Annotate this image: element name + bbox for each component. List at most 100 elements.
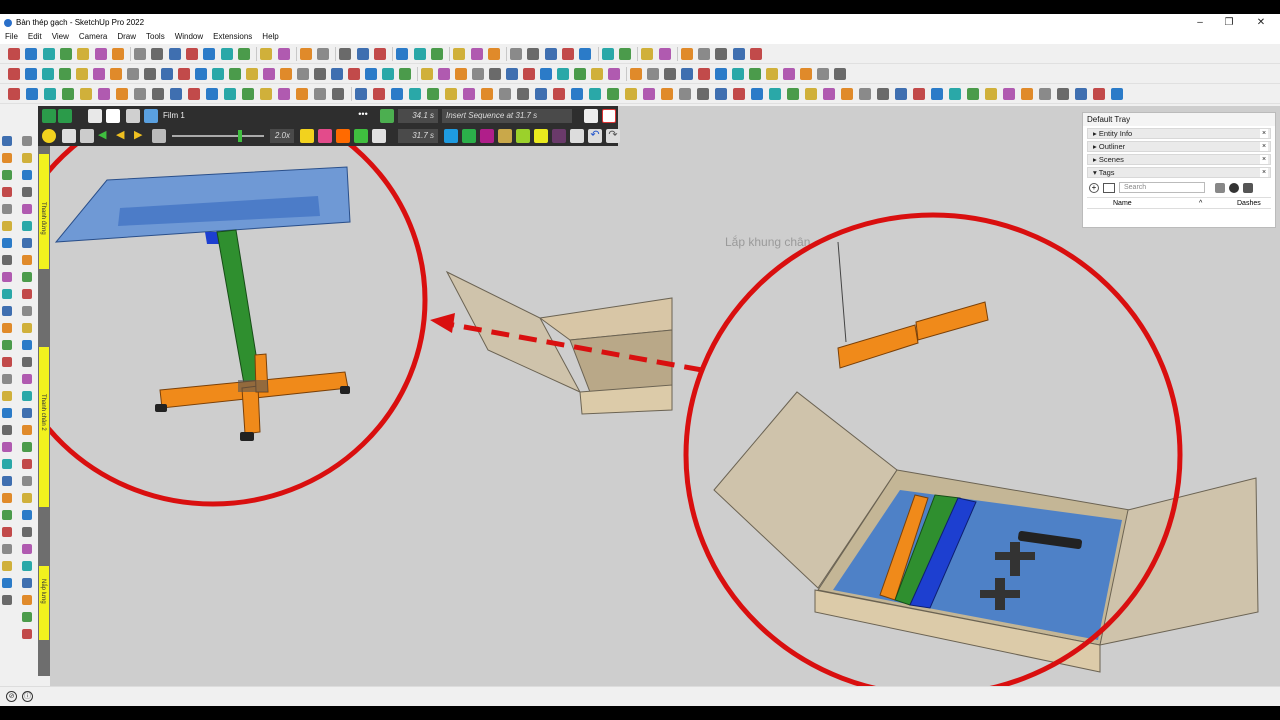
side-tool-icon[interactable] [2,306,12,316]
side-tool-icon[interactable] [22,272,32,282]
film-block-icon[interactable] [372,129,386,143]
side-tool-icon[interactable] [2,544,12,554]
toolbar-tool-icon[interactable] [487,48,500,60]
toolbar-tool-icon[interactable] [698,48,711,60]
side-tool-icon[interactable] [22,306,32,316]
side-tool-icon[interactable] [2,153,12,163]
menu-camera[interactable]: Camera [74,31,112,44]
toolbar-tool-icon[interactable] [470,48,483,60]
toolbar-tool-icon[interactable] [8,88,20,100]
close-icon[interactable]: × [1260,155,1268,164]
toolbar-tool-icon[interactable] [463,88,475,100]
toolbar-tool-icon[interactable] [499,88,511,100]
side-tool-icon[interactable] [2,374,12,384]
toolbar-tool-icon[interactable] [506,68,518,80]
toolbar-tool-icon[interactable] [430,48,443,60]
toolbar-tool-icon[interactable] [658,48,671,60]
tag-color-icon[interactable] [1229,183,1239,193]
toolbar-tool-icon[interactable] [1111,88,1123,100]
toolbar-tool-icon[interactable] [246,68,258,80]
tray-tags[interactable]: ▾ Tags × [1087,167,1271,178]
toolbar-tool-icon[interactable] [787,88,799,100]
toolbar-tool-icon[interactable] [260,48,273,60]
toolbar-tool-icon[interactable] [630,68,642,80]
toolbar-tool-icon[interactable] [527,48,540,60]
toolbar-tool-icon[interactable] [601,48,614,60]
toolbar-tool-icon[interactable] [472,68,484,80]
tag-details-icon[interactable] [1243,183,1253,193]
toolbar-tool-icon[interactable] [127,68,139,80]
film-delete-seq-icon[interactable] [584,109,598,123]
side-tool-icon[interactable] [22,221,32,231]
side-tool-icon[interactable] [22,340,32,350]
toolbar-tool-icon[interactable] [574,68,586,80]
side-tool-icon[interactable] [2,187,12,197]
side-tool-icon[interactable] [22,357,32,367]
side-tool-icon[interactable] [22,595,32,605]
toolbar-tool-icon[interactable] [841,88,853,100]
toolbar-tool-icon[interactable] [1093,88,1105,100]
toolbar-tool-icon[interactable] [277,48,290,60]
toolbar-tool-icon[interactable] [8,48,20,60]
minimize-button[interactable]: – [1185,14,1215,31]
side-tool-icon[interactable] [2,289,12,299]
toolbar-tool-icon[interactable] [332,88,344,100]
toolbar-tool-icon[interactable] [618,48,631,60]
toolbar-tool-icon[interactable] [152,88,164,100]
toolbar-tool-icon[interactable] [77,48,90,60]
toolbar-tool-icon[interactable] [98,88,110,100]
toolbar-tool-icon[interactable] [25,68,37,80]
toolbar-tool-icon[interactable] [399,68,411,80]
side-tool-icon[interactable] [22,408,32,418]
toolbar-tool-icon[interactable] [186,48,198,60]
side-tool-icon[interactable] [2,136,12,146]
toolbar-tool-icon[interactable] [643,88,655,100]
toolbar-tool-icon[interactable] [453,48,466,60]
toolbar-tool-icon[interactable] [151,48,164,60]
toolbar-tool-icon[interactable] [170,88,182,100]
film-name[interactable]: Film 1 [160,109,386,123]
side-tool-icon[interactable] [2,510,12,520]
toolbar-tool-icon[interactable] [116,88,128,100]
side-tool-icon[interactable] [22,459,32,469]
toolbar-tool-icon[interactable] [591,68,603,80]
toolbar-tool-icon[interactable] [80,88,92,100]
toolbar-tool-icon[interactable] [355,88,367,100]
menu-view[interactable]: View [47,31,74,44]
film-edit-icon[interactable] [126,109,140,123]
add-tag-icon[interactable]: + [1089,183,1099,193]
toolbar-tool-icon[interactable] [445,88,457,100]
toolbar-tool-icon[interactable] [783,68,795,80]
toolbar-tool-icon[interactable] [365,68,377,80]
toolbar-tool-icon[interactable] [168,48,181,60]
toolbar-tool-icon[interactable] [242,88,254,100]
toolbar-tool-icon[interactable] [178,68,190,80]
film-world-icon[interactable] [380,109,394,123]
toolbar-tool-icon[interactable] [489,68,501,80]
maximize-button[interactable]: ❐ [1214,14,1244,31]
side-tool-icon[interactable] [22,289,32,299]
side-tool-icon[interactable] [2,357,12,367]
settings-gear-icon[interactable] [42,129,56,143]
film-paint-icon[interactable] [318,129,332,143]
menu-draw[interactable]: Draw [112,31,141,44]
toolbar-tool-icon[interactable] [396,48,409,60]
toolbar-tool-icon[interactable] [421,68,433,80]
toolbar-tool-icon[interactable] [540,68,552,80]
toolbar-tool-icon[interactable] [26,88,38,100]
side-tool-icon[interactable] [2,391,12,401]
tag-pencil-icon[interactable] [1215,183,1225,193]
side-tool-icon[interactable] [2,527,12,537]
seq-camera-icon[interactable] [444,129,458,143]
toolbar-tool-icon[interactable] [769,88,781,100]
toolbar-tool-icon[interactable] [715,88,727,100]
side-tool-icon[interactable] [2,170,12,180]
side-tool-icon[interactable] [2,238,12,248]
tray-scenes[interactable]: ▸ Scenes × [1087,154,1271,165]
side-tool-icon[interactable] [2,561,12,571]
toolbar-tool-icon[interactable] [557,68,569,80]
toolbar-tool-icon[interactable] [317,48,330,60]
toolbar-tool-icon[interactable] [571,88,583,100]
toolbar-tool-icon[interactable] [715,48,728,60]
toolbar-tool-icon[interactable] [647,68,659,80]
